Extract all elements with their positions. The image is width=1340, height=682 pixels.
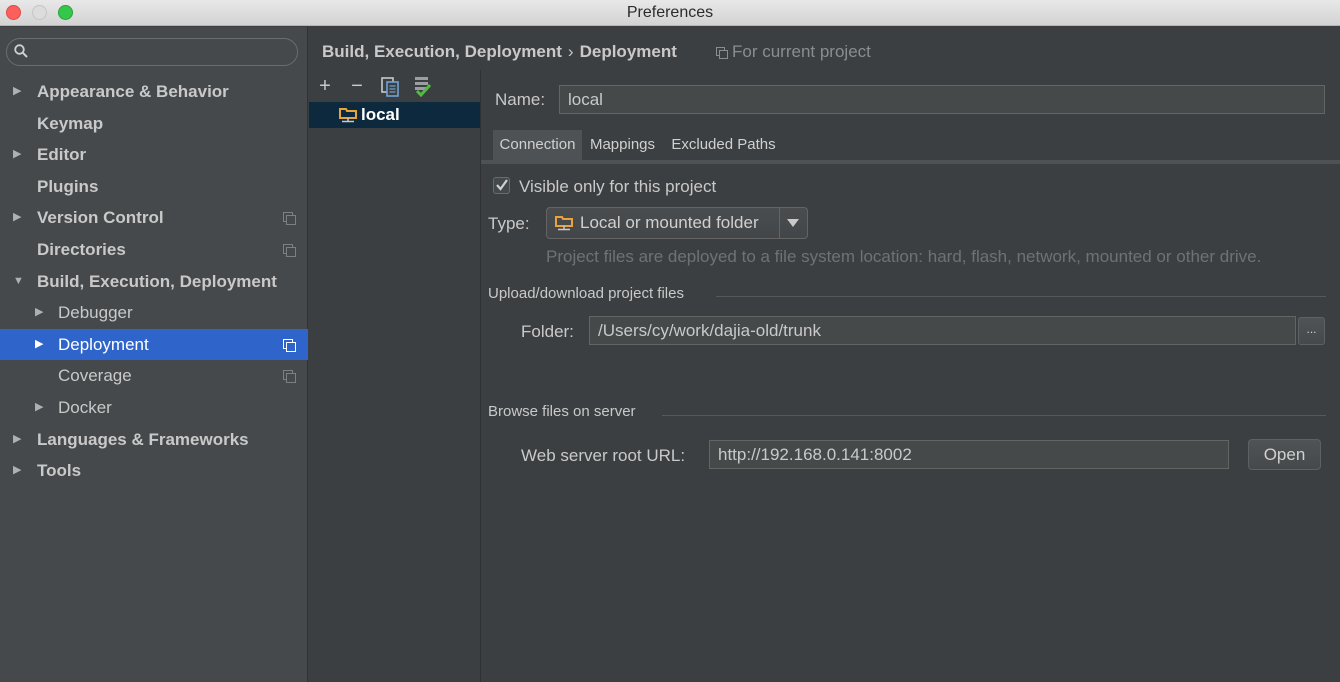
scope-note: For current project — [716, 42, 871, 62]
collapsed-arrow-icon[interactable]: ▶ — [13, 455, 21, 486]
section-divider — [662, 415, 1326, 416]
sidebar-item-docker[interactable]: ▶ Docker — [0, 392, 308, 423]
name-label: Name: — [495, 90, 546, 109]
open-button[interactable]: Open — [1248, 439, 1321, 470]
expanded-arrow-icon[interactable]: ▼ — [13, 266, 24, 297]
project-scope-icon — [716, 47, 728, 59]
folder-field[interactable]: /Users/cy/work/dajia-old/trunk — [589, 316, 1296, 345]
title-bar: Preferences — [0, 0, 1340, 26]
collapsed-arrow-icon[interactable]: ▶ — [13, 424, 21, 455]
scope-label: For current project — [732, 42, 871, 61]
sidebar-item-label: Build, Execution, Deployment — [37, 271, 277, 291]
sidebar-item-deployment[interactable]: ▶ Deployment — [0, 328, 308, 360]
sidebar-item-languages-frameworks[interactable]: ▶ Languages & Frameworks — [0, 424, 308, 455]
add-server-button[interactable]: + — [314, 76, 336, 98]
sidebar-item-label: Docker — [58, 398, 112, 417]
window-title: Preferences — [626, 4, 714, 21]
folder-server-icon — [339, 108, 357, 123]
project-scope-icon — [283, 338, 296, 352]
project-scope-icon — [283, 212, 296, 226]
copy-server-icon[interactable] — [379, 76, 401, 98]
server-list-panel: + − local — [309, 70, 481, 682]
web-root-url-field[interactable]: http://192.168.0.141:8002 — [709, 440, 1229, 469]
sidebar-item-build-execution-deployment[interactable]: ▼ Build, Execution, Deployment — [0, 266, 308, 297]
sidebar-item-editor[interactable]: ▶ Editor — [0, 139, 308, 170]
chevron-down-icon[interactable] — [787, 219, 799, 227]
type-dropdown[interactable]: Local or mounted folder — [546, 207, 808, 239]
breadcrumb-parent: Build, Execution, Deployment — [322, 42, 562, 61]
browse-section-title: Browse files on server — [488, 403, 636, 420]
type-hint: Project files are deployed to a file sys… — [546, 247, 1262, 266]
name-field[interactable]: local — [559, 85, 1325, 114]
upload-section-title: Upload/download project files — [488, 285, 684, 302]
breadcrumb: Build, Execution, Deployment › Deployment — [322, 42, 677, 62]
sidebar-item-label: Tools — [37, 461, 82, 481]
tab-connection[interactable]: Connection — [493, 130, 582, 160]
sidebar-item-label: Deployment — [58, 334, 149, 354]
sidebar-item-label: Editor — [37, 145, 87, 165]
sidebar-item-version-control[interactable]: ▶ Version Control — [0, 202, 308, 233]
sidebar-item-label: Appearance & Behavior — [37, 82, 229, 101]
sidebar-item-debugger[interactable]: ▶ Debugger — [0, 297, 308, 328]
sidebar-item-label: Debugger — [58, 303, 133, 323]
breadcrumb-current: Deployment — [579, 42, 677, 61]
tab-mappings[interactable]: Mappings — [583, 130, 662, 160]
sidebar-item-label: Version Control — [37, 208, 164, 228]
dropdown-divider — [779, 208, 780, 238]
collapsed-arrow-icon[interactable]: ▶ — [35, 329, 43, 360]
breadcrumb-separator: › — [567, 42, 574, 61]
sidebar-item-label: Coverage — [58, 366, 132, 386]
sidebar-item-coverage[interactable]: Coverage — [0, 360, 308, 391]
sidebar-item-directories[interactable]: Directories — [0, 234, 308, 265]
collapsed-arrow-icon[interactable]: ▶ — [13, 139, 21, 170]
server-name: local — [361, 105, 400, 124]
folder-label: Folder: — [521, 322, 574, 341]
collapsed-arrow-icon[interactable]: ▶ — [35, 392, 43, 423]
sidebar-item-label: Languages & Frameworks — [37, 429, 249, 449]
folder-server-icon — [555, 216, 573, 231]
sidebar-item-appearance-behavior[interactable]: ▶ Appearance & Behavior — [0, 76, 308, 107]
sidebar-item-label: Keymap — [37, 113, 104, 133]
search-input[interactable] — [6, 38, 298, 66]
collapsed-arrow-icon[interactable]: ▶ — [13, 202, 21, 233]
search-icon — [14, 44, 28, 58]
web-root-label: Web server root URL: — [521, 446, 686, 465]
tab-underline — [481, 160, 1340, 164]
remove-server-button[interactable]: − — [346, 76, 368, 98]
project-scope-icon — [283, 370, 296, 384]
settings-sidebar: ▶ Appearance & Behavior Keymap ▶ Editor Plugi… — [0, 27, 308, 682]
section-divider — [716, 296, 1326, 297]
type-value: Local or mounted folder — [580, 213, 759, 232]
browse-folder-button[interactable]: ... — [1298, 317, 1325, 345]
visible-only-checkbox[interactable] — [493, 177, 510, 194]
type-label: Type: — [488, 214, 530, 233]
visible-only-label[interactable]: Visible only for this project — [519, 177, 716, 197]
project-scope-icon — [283, 244, 296, 257]
tab-excluded-paths[interactable]: Excluded Paths — [663, 130, 784, 160]
sidebar-item-label: Plugins — [37, 176, 99, 196]
server-item-local[interactable]: local — [309, 102, 480, 128]
sidebar-item-tools[interactable]: ▶ Tools — [0, 455, 308, 486]
collapsed-arrow-icon[interactable]: ▶ — [13, 76, 21, 107]
sidebar-item-label: Directories — [37, 240, 126, 259]
sidebar-item-plugins[interactable]: Plugins — [0, 171, 308, 202]
collapsed-arrow-icon[interactable]: ▶ — [35, 297, 43, 328]
checkmark-icon — [496, 179, 508, 191]
set-default-icon[interactable] — [412, 75, 434, 97]
sidebar-item-keymap[interactable]: Keymap — [0, 108, 308, 139]
